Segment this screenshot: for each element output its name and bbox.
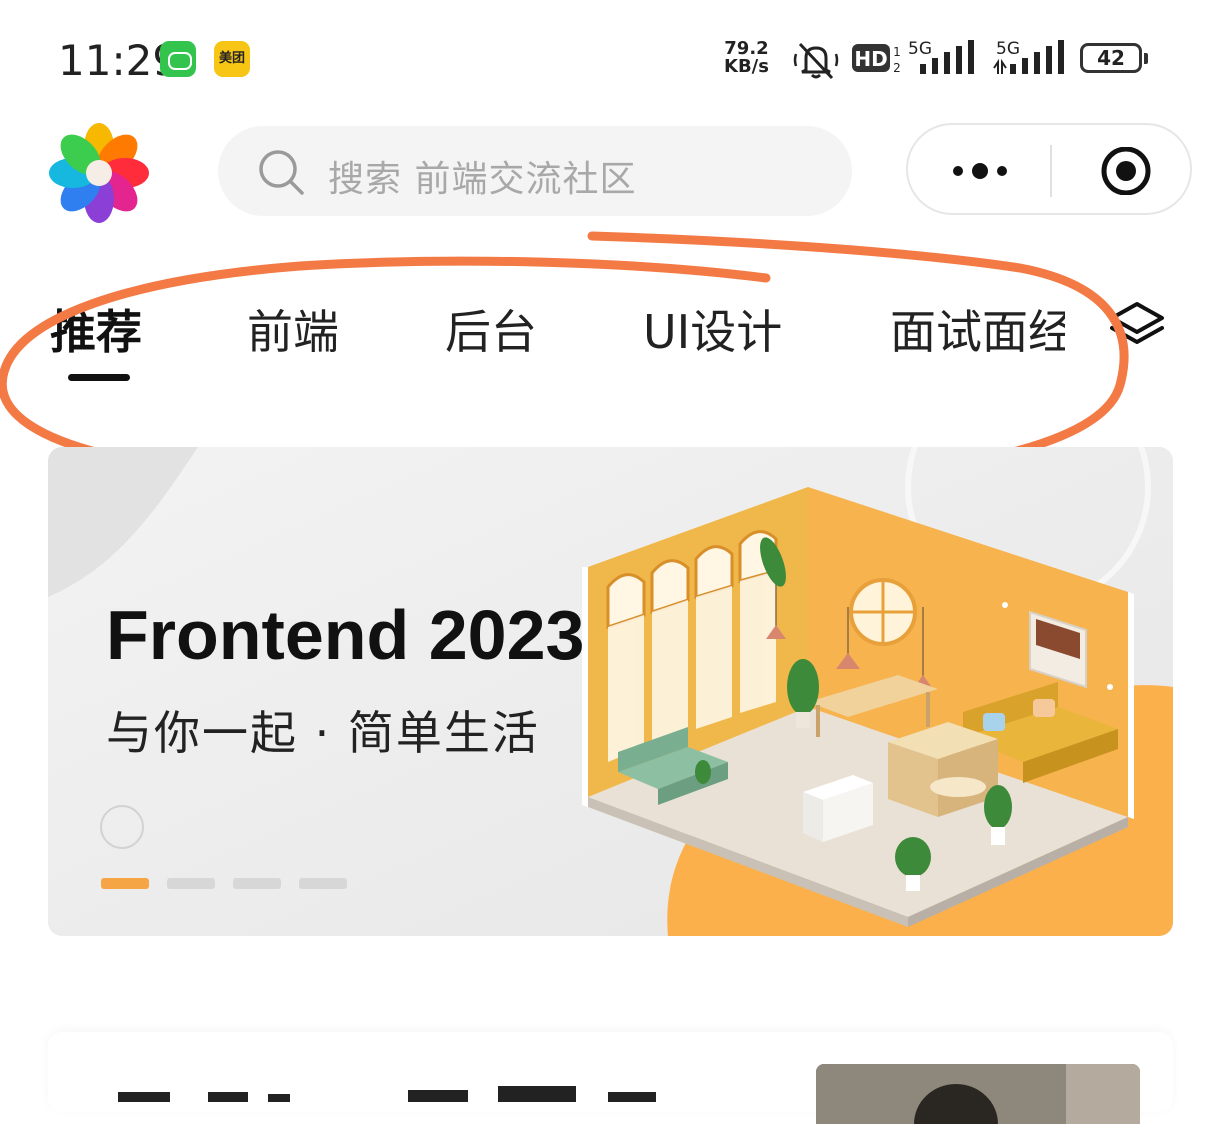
app-logo-flower-icon	[49, 123, 149, 223]
category-tabs: 推荐 前端 后台 UI设计 面试面经	[0, 280, 1220, 390]
mute-bell-icon	[793, 42, 839, 80]
network-speed-unit: KB/s	[724, 56, 769, 77]
article-thumbnail	[816, 1064, 1140, 1124]
hd-label: HD	[854, 47, 887, 71]
more-options-button[interactable]	[948, 153, 1012, 189]
tab-ui-design[interactable]: UI设计	[643, 296, 782, 362]
search-icon	[259, 150, 304, 195]
carousel-dot[interactable]	[299, 878, 347, 889]
status-bar: 11:29 美团 79.2 KB/s HD 1 2 5G 5G 42	[0, 0, 1220, 110]
banner-decor-ring	[100, 805, 144, 849]
signal-strength-icon-2: 5G	[993, 39, 1064, 74]
tab-backend[interactable]: 后台	[445, 296, 537, 362]
article-title-cropped	[118, 1086, 656, 1102]
signal-strength-icon: 5G	[908, 39, 974, 74]
hd-voice-icon: HD 1 2	[852, 42, 904, 80]
article-card[interactable]	[48, 1032, 1173, 1124]
notification-app-icon	[160, 41, 196, 77]
tab-interview-clip: 面试面经	[890, 296, 1065, 366]
tab-interview[interactable]: 面试面经	[890, 296, 1065, 362]
promo-banner-carousel[interactable]: Frontend 2023 与你一起 · 简单生活	[48, 447, 1173, 936]
close-miniprogram-button[interactable]	[1098, 147, 1154, 195]
room-illustration-image	[582, 487, 1134, 927]
battery-indicator: 42	[1080, 43, 1148, 73]
banner-title: Frontend 2023	[106, 596, 585, 674]
active-tab-indicator	[68, 374, 130, 381]
search-placeholder: 搜索 前端交流社区	[328, 159, 637, 200]
miniprogram-capsule	[906, 123, 1192, 215]
svg-text:1: 1	[893, 45, 901, 59]
search-input[interactable]: 搜索 前端交流社区	[218, 126, 852, 216]
network-speed: 79.2 KB/s	[724, 40, 769, 76]
category-layers-icon[interactable]	[1108, 298, 1166, 356]
capsule-divider	[1050, 145, 1052, 197]
signal2-label: 5G	[996, 39, 1020, 59]
carousel-dot[interactable]	[167, 878, 215, 889]
tab-recommend[interactable]: 推荐	[50, 296, 142, 362]
carousel-dot[interactable]	[233, 878, 281, 889]
tab-frontend[interactable]: 前端	[247, 296, 339, 362]
carousel-dot-active[interactable]	[101, 878, 149, 889]
banner-subtitle: 与你一起 · 简单生活	[106, 706, 540, 760]
svg-text:2: 2	[893, 61, 901, 75]
signal1-label: 5G	[908, 39, 932, 59]
meituan-app-icon: 美团	[214, 41, 250, 77]
